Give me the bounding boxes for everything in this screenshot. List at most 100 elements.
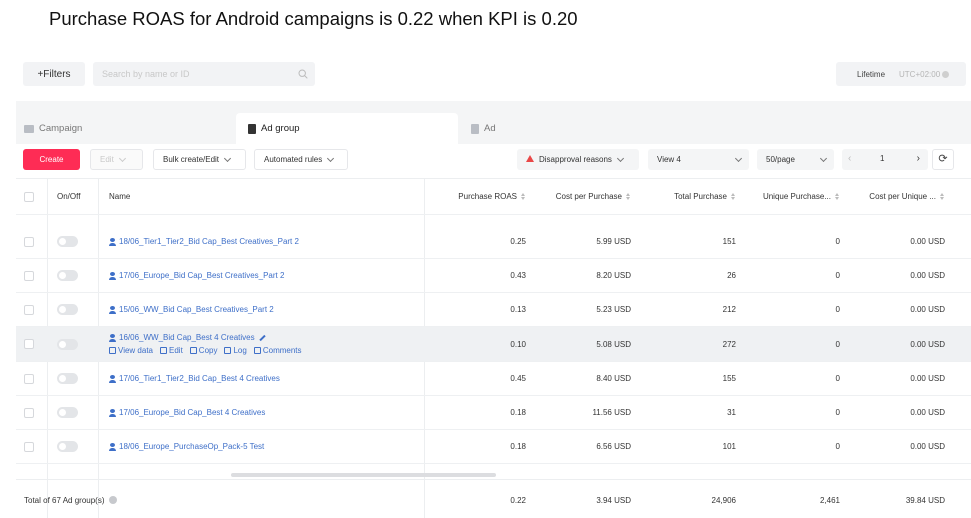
view-selector[interactable]: View 4 — [648, 149, 749, 170]
tp-value: 155 — [722, 374, 736, 383]
copy-link[interactable]: Copy — [189, 346, 217, 355]
row-checkbox[interactable] — [24, 304, 34, 315]
log-link[interactable]: Log — [224, 346, 247, 355]
log-label: Log — [233, 346, 247, 355]
header-tp-label: Total Purchase — [674, 192, 727, 201]
status-toggle[interactable] — [57, 407, 78, 418]
bulk-create-edit-dropdown[interactable]: Bulk create/Edit — [153, 149, 246, 170]
disapproval-reasons-dropdown[interactable]: Disapproval reasons — [517, 149, 639, 170]
ad-group-name-link[interactable]: 15/06_WW_Bid Cap_Best Creatives_Part 2 — [109, 305, 274, 314]
prev-page-icon[interactable]: ‹ — [848, 153, 851, 164]
help-icon[interactable] — [108, 496, 117, 504]
header-unique-purchase[interactable]: Unique Purchase... — [746, 179, 840, 214]
warning-icon — [526, 155, 534, 162]
row-checkbox[interactable] — [24, 407, 34, 418]
edit-dropdown[interactable]: Edit — [90, 149, 143, 170]
table-row[interactable]: 18/06_Europe_PurchaseOp_Pack-5 Test 0.18… — [16, 430, 971, 464]
total-cpp: 3.94 USD — [596, 495, 631, 505]
ad-group-name-link[interactable]: 18/06_Europe_PurchaseOp_Pack-5 Test — [109, 442, 264, 451]
cpu-value: 0.00 USD — [910, 305, 945, 314]
campaign-icon — [24, 124, 34, 133]
header-name: Name — [109, 192, 131, 201]
total-up: 2,461 — [819, 495, 840, 505]
header-cost-per-purchase[interactable]: Cost per Purchase — [536, 179, 631, 214]
table-row[interactable]: 18/06_Tier1_Tier2_Bid Cap_Best Creatives… — [16, 225, 971, 259]
ad-group-icon — [109, 442, 116, 451]
ad-group-name-link[interactable]: 17/06_Tier1_Tier2_Bid Cap_Best 4 Creativ… — [109, 374, 280, 383]
sort-icon[interactable] — [835, 193, 840, 200]
chevron-down-icon — [819, 154, 828, 162]
next-page-icon[interactable]: › — [917, 153, 920, 164]
chart-icon — [109, 347, 116, 354]
search-input[interactable]: Search by name or ID — [93, 62, 315, 86]
table-footer-totals: Total of 67 Ad group(s) 0.22 3.94 USD 24… — [16, 479, 971, 518]
tab-ad[interactable]: Ad — [461, 113, 611, 144]
header-cpp-label: Cost per Purchase — [555, 192, 622, 201]
sort-icon[interactable] — [626, 193, 631, 200]
row-checkbox[interactable] — [24, 236, 34, 247]
header-purchase-roas[interactable]: Purchase ROAS — [436, 179, 526, 214]
info-icon — [942, 70, 950, 78]
header-cost-per-unique[interactable]: Cost per Unique ... — [848, 179, 945, 214]
chevron-down-icon — [223, 154, 232, 162]
table-row[interactable]: 17/06_Tier1_Tier2_Bid Cap_Best 4 Creativ… — [16, 362, 971, 396]
date-range-selector[interactable]: Lifetime UTC+02:00 — [836, 62, 966, 86]
table-row[interactable]: 16/06_WW_Bid Cap_Best 4 Creatives View d… — [16, 327, 971, 362]
ad-group-name-link[interactable]: 18/06_Tier1_Tier2_Bid Cap_Best Creatives… — [109, 237, 299, 246]
tab-campaign[interactable]: Campaign — [16, 113, 236, 144]
status-toggle[interactable] — [57, 338, 78, 350]
status-toggle[interactable] — [57, 270, 78, 281]
per-page-label: 50/page — [766, 155, 795, 164]
per-page-selector[interactable]: 50/page — [757, 149, 834, 170]
row-checkbox[interactable] — [24, 339, 34, 349]
edit-link[interactable]: Edit — [160, 346, 183, 355]
cpu-value: 0.00 USD — [910, 237, 945, 246]
comments-label: Comments — [262, 346, 302, 355]
table-row[interactable]: 17/06_Europe_Bid Cap_Best 4 Creatives 0.… — [16, 396, 971, 430]
status-toggle[interactable] — [57, 304, 78, 315]
ad-group-name: 17/06_Europe_Bid Cap_Best 4 Creatives — [119, 408, 266, 417]
ad-group-name-link[interactable]: 16/06_WW_Bid Cap_Best 4 Creatives — [109, 333, 302, 342]
status-toggle[interactable] — [57, 236, 78, 247]
search-icon[interactable] — [298, 69, 308, 79]
cpu-value: 0.00 USD — [910, 408, 945, 417]
sort-icon[interactable] — [731, 193, 736, 200]
table-row[interactable]: 15/06_WW_Bid Cap_Best Creatives_Part 2 0… — [16, 293, 971, 327]
header-total-purchase[interactable]: Total Purchase — [641, 179, 736, 214]
chevron-down-icon — [734, 154, 743, 162]
copy-icon — [189, 347, 197, 354]
page-number[interactable]: 1 — [880, 154, 884, 163]
tab-ad-group[interactable]: Ad group — [236, 113, 458, 144]
create-button[interactable]: Create — [23, 149, 80, 170]
view-data-label: View data — [118, 346, 153, 355]
select-all-checkbox[interactable] — [24, 191, 34, 202]
header-onoff: On/Off — [57, 192, 81, 201]
filters-button[interactable]: +Filters — [23, 62, 85, 86]
comments-link[interactable]: Comments — [253, 346, 302, 355]
row-checkbox[interactable] — [24, 270, 34, 281]
automated-rules-dropdown[interactable]: Automated rules — [254, 149, 348, 170]
row-checkbox[interactable] — [24, 373, 34, 384]
tp-value: 26 — [727, 271, 736, 280]
timezone-label: UTC+02:00 — [899, 69, 941, 79]
refresh-icon[interactable]: ⟳ — [932, 149, 954, 170]
status-toggle[interactable] — [57, 441, 78, 452]
row-checkbox[interactable] — [24, 441, 34, 452]
rename-pencil-icon[interactable] — [258, 334, 266, 341]
sort-icon[interactable] — [940, 193, 945, 200]
view-data-link[interactable]: View data — [109, 346, 153, 355]
table-row[interactable]: 17/06_Europe_Bid Cap_Best Creatives_Part… — [16, 259, 971, 293]
headline: Purchase ROAS for Android campaigns is 0… — [49, 8, 578, 29]
total-count-label: Total of 67 Ad group(s) — [24, 495, 105, 505]
sort-icon[interactable] — [521, 193, 526, 200]
horizontal-scrollbar[interactable] — [231, 473, 496, 477]
tp-value: 151 — [722, 237, 736, 246]
ads-manager-panel: +Filters Search by name or ID Lifetime U… — [16, 50, 971, 518]
pagination: ‹ 1 › — [842, 149, 928, 170]
ad-group-name-link[interactable]: 17/06_Europe_Bid Cap_Best Creatives_Part… — [109, 271, 284, 280]
roas-value: 0.45 — [510, 374, 526, 383]
status-toggle[interactable] — [57, 373, 78, 384]
date-range-label: Lifetime — [857, 69, 886, 79]
cpp-value: 11.56 USD — [592, 408, 631, 417]
ad-group-name-link[interactable]: 17/06_Europe_Bid Cap_Best 4 Creatives — [109, 408, 265, 417]
